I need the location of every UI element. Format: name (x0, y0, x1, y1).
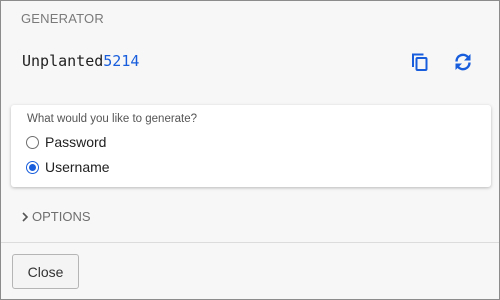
regenerate-icon (455, 53, 471, 71)
password-option[interactable]: Password (26, 134, 106, 150)
username-option-label: Username (45, 159, 110, 175)
section-title: GENERATOR (21, 11, 104, 26)
username-option[interactable]: Username (26, 159, 110, 175)
generated-value-letters: Unplanted (22, 52, 104, 70)
dialog-footer: Close (1, 242, 499, 299)
chevron-right-icon (22, 211, 29, 222)
close-button[interactable]: Close (12, 254, 79, 289)
generator-dialog: GENERATOR Unplanted5214 What would you l… (0, 0, 500, 300)
regenerate-button[interactable] (450, 49, 476, 75)
options-label: OPTIONS (32, 209, 91, 224)
copy-button[interactable] (407, 49, 433, 75)
generate-type-label: What would you like to generate? (27, 113, 198, 125)
password-radio[interactable] (26, 135, 39, 149)
username-radio[interactable] (26, 160, 39, 174)
generated-value: Unplanted5214 (22, 52, 139, 70)
password-option-label: Password (45, 134, 107, 150)
generate-type-card: What would you like to generate? Passwor… (11, 105, 491, 187)
options-toggle[interactable]: OPTIONS (20, 209, 91, 224)
generated-value-digits: 5214 (103, 52, 140, 70)
copy-icon (412, 53, 428, 71)
